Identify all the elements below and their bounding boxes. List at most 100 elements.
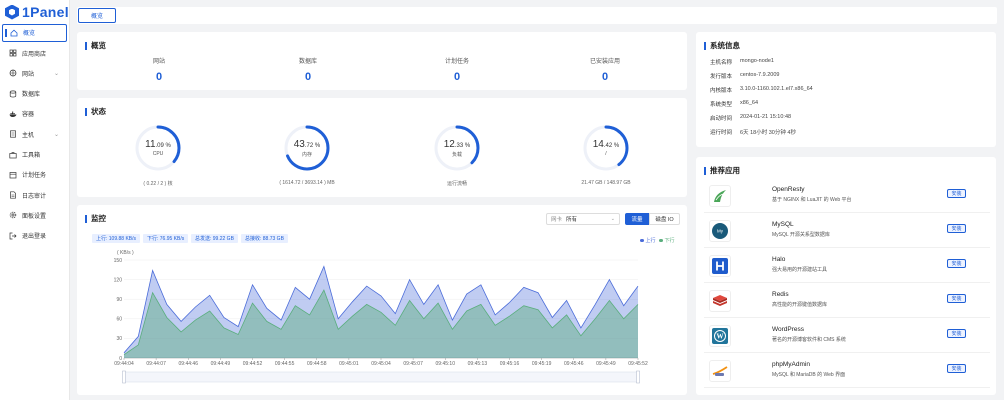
sidebar-item-label: 数据库 [22,92,41,99]
mysql-icon: My [709,220,731,242]
top-bar: 概览 [77,7,997,24]
logo-icon [5,4,19,20]
info-value: 6天 18小时 30分钟 4秒 [740,130,796,136]
zoom-slider[interactable] [123,371,639,383]
chevron-down-icon: ⌄ [53,131,59,138]
info-value: centos-7.9.2009 [740,72,780,78]
app-mysql: My MySQL MySQL 开源关系型数据库 安装 [704,214,990,248]
sidebar-item-logout[interactable]: 退出登录 [2,227,67,245]
sidebar-item-database[interactable]: 数据库 [2,85,67,103]
x-tick-label: 09:44:49 [211,361,231,367]
x-tick-label: 09:44:55 [275,361,295,367]
gauge-value: 12.33 % [444,139,470,150]
stat-cron-jobs[interactable]: 计划任务 0 [407,56,507,83]
zoom-handle-right[interactable] [636,370,640,384]
store-icon [9,49,17,57]
host-icon [9,130,17,138]
app-description: 著名的开源博客软件和 CMS 系统 [772,337,846,343]
overview-title: 概览 [85,40,106,51]
stat-value: 0 [304,71,312,83]
sidebar-item-host[interactable]: 主机 ⌄ [2,125,67,143]
stat-label: 已安装应用 [589,59,620,65]
phpmyadmin-icon [709,360,731,382]
sidebar-item-overview[interactable]: 概览 [2,24,67,42]
install-button[interactable]: 安装 [947,259,966,268]
stat-databases[interactable]: 数据库 0 [258,56,358,83]
chevron-down-icon: ⌄ [53,70,59,77]
sidebar-item-settings[interactable]: 面板设置 [2,207,67,225]
system-info-title: 系统信息 [704,40,740,51]
x-tick-label: 09:44:46 [179,361,199,367]
app-name: Halo [772,256,786,263]
y-tick-label: 150 [114,258,123,264]
sidebar-item-website[interactable]: 网站 ⌄ [2,65,67,83]
info-value: 3.10.0-1160.102.1.el7.x86_64 [740,86,813,92]
info-value: mongo-node1 [740,58,774,64]
stat-value: 0 [155,71,163,83]
overview-card: 概览 网站 0 数据库 0 计划任务 0 已安装应用 0 [77,32,687,90]
sidebar-item-app-store[interactable]: 应用商店 [2,44,67,62]
y-tick-label: 120 [114,277,123,283]
stat-websites[interactable]: 网站 0 [109,56,209,83]
tab-overview[interactable]: 概览 [78,8,116,23]
install-button[interactable]: 安装 [947,189,966,198]
svg-text:My: My [717,229,724,234]
gauge-int: 14 [592,139,604,150]
x-tick-label: 09:45:04 [371,361,391,367]
stat-label: 计划任务 [444,59,469,65]
sidebar-item-container[interactable]: 容器 [2,105,67,123]
app-description: MySQL 和 MariaDB 的 Web 界面 [772,372,846,378]
schedule-icon [9,171,17,179]
x-tick-label: 09:45:13 [468,361,488,367]
info-hostname: 主机名称 mongo-node1 [710,58,774,66]
recommended-apps-title: 推荐应用 [704,165,740,176]
stat-label: 网站 [152,59,165,65]
sidebar-item-label: 工具箱 [22,153,41,160]
sidebar-item-label: 容器 [22,112,35,119]
app-description: 基于 NGINX 和 LuaJIT 的 Web 平台 [772,197,852,203]
info-kernel: 内核版本 3.10.0-1160.102.1.el7.x86_64 [710,86,813,94]
brand-name: 1Panel [22,4,69,20]
x-tick-label: 09:45:52 [628,361,648,367]
gauge-dec: .42 [603,143,613,149]
app-name: phpMyAdmin [772,361,810,368]
x-tick-label: 09:45:19 [532,361,552,367]
gauge-cpu[interactable]: 11.09 % CPU( 0.22 / 2 ) 核 [83,124,233,187]
stat-value: 0 [453,71,461,83]
sidebar-item-schedule[interactable]: 计划任务 [2,166,67,184]
brand-logo[interactable]: 1Panel [5,3,69,21]
sidebar-item-toolbox[interactable]: 工具箱 [2,146,67,164]
halo-icon [709,255,731,277]
install-button[interactable]: 安装 [947,294,966,303]
gauge-unit: % [313,142,321,149]
sidebar-item-log-audit[interactable]: 日志审计 [2,186,67,204]
gauge-memory[interactable]: 43.72 % 内存 ( 1614.72 / 3693.14 ) MB [232,124,382,186]
x-tick-label: 09:45:01 [339,361,359,367]
gauge-disk[interactable]: 14.42 %/21.47 GB / 148.97 GB [531,124,681,186]
stat-installed-apps[interactable]: 已安装应用 0 [555,56,655,83]
gauge-ring: 43.72 % 内存 [283,124,331,172]
gauge-load[interactable]: 12.33 % 负载 运行流畅 [382,124,532,187]
logout-icon [9,232,17,240]
info-key: 启动时间 [710,116,733,122]
gauge-unit: % [612,143,620,149]
gauge-unit: % [163,143,171,149]
gauge-label: 内存 [301,151,312,158]
info-value: 2024-01-21 15:10:48 [740,114,792,120]
install-button[interactable]: 安装 [947,224,966,233]
app-description: MySQL 开源关系型数据库 [772,232,830,238]
website-icon [9,69,17,77]
zoom-handle-left[interactable] [122,370,126,384]
stat-value: 0 [601,71,609,83]
app-openresty: OpenResty 基于 NGINX 和 LuaJIT 的 Web 平台 安装 [704,179,990,213]
status-card: 状态 11.09 % CPU( 0.22 / 2 ) 核 43.72 % 内存( 1… [77,98,687,197]
stat-label: 数据库 [298,59,317,65]
info-value: x86_64 [740,100,759,106]
gauge-footer: ( 0.22 / 2 ) 核 [143,181,173,187]
sidebar-item-label: 概览 [23,31,36,38]
install-button[interactable]: 安装 [947,329,966,338]
install-button[interactable]: 安装 [947,364,966,373]
info-uptime: 运行时间 6天 18小时 30分钟 4秒 [710,128,796,136]
gauge-label: CPU [152,151,164,157]
gauge-footer: ( 1614.72 / 3693.14 ) MB [279,180,335,186]
